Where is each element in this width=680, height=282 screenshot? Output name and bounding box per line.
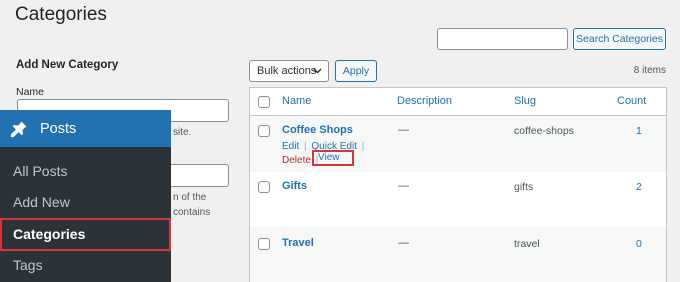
category-name-link[interactable]: Coffee Shops xyxy=(282,124,353,136)
submenu-item-categories[interactable]: Categories xyxy=(0,218,171,251)
menu-posts-label: Posts xyxy=(40,120,77,137)
pushpin-icon xyxy=(10,120,27,137)
column-name-header[interactable]: Name xyxy=(282,95,311,107)
edit-link[interactable]: Edit xyxy=(282,141,299,152)
category-slug: gifts xyxy=(514,181,534,193)
category-name-link[interactable]: Gifts xyxy=(282,180,307,192)
category-description: — xyxy=(398,237,409,249)
admin-menu: Posts All Posts Add New Categories Tags xyxy=(0,110,171,282)
bulk-actions-value: Bulk actions xyxy=(257,65,317,77)
submenu-categories-label: Categories xyxy=(13,226,86,242)
submenu-item-tags[interactable]: Tags xyxy=(13,257,43,273)
delete-link[interactable]: Delete xyxy=(282,155,311,166)
row-checkbox[interactable] xyxy=(258,125,270,137)
slug-hint-text-2: contains xyxy=(173,207,211,218)
view-link-highlight[interactable]: View xyxy=(312,150,354,166)
category-count-link[interactable]: 2 xyxy=(636,181,642,193)
search-input[interactable] xyxy=(437,28,568,50)
chevron-down-icon xyxy=(313,68,322,74)
page-title: Categories xyxy=(15,4,107,25)
category-description: — xyxy=(398,180,409,192)
category-slug: travel xyxy=(514,238,540,250)
category-description: — xyxy=(398,124,409,136)
slug-hint-text-1: n of the xyxy=(173,192,207,203)
categories-table: Name Description Slug Count Coffee Shops… xyxy=(249,87,667,282)
bulk-actions-select[interactable]: Bulk actions xyxy=(249,60,329,82)
row-checkbox[interactable] xyxy=(258,181,270,193)
items-count: 8 items xyxy=(633,65,666,76)
submenu-item-add-new[interactable]: Add New xyxy=(13,194,70,210)
category-slug: coffee-shops xyxy=(514,125,574,137)
posts-submenu: All Posts Add New Categories Tags xyxy=(0,147,171,282)
category-count-link[interactable]: 0 xyxy=(636,238,642,250)
category-count-link[interactable]: 1 xyxy=(636,125,642,137)
add-new-category-heading: Add New Category xyxy=(16,59,119,71)
row-checkbox[interactable] xyxy=(258,238,270,250)
column-count-header[interactable]: Count xyxy=(617,95,646,107)
submenu-item-all-posts[interactable]: All Posts xyxy=(13,163,67,179)
separator: | xyxy=(304,141,307,152)
search-categories-button[interactable]: Search Categories xyxy=(573,28,666,50)
separator: | xyxy=(361,141,365,152)
name-hint-text: site. xyxy=(173,127,192,138)
category-name-link[interactable]: Travel xyxy=(282,237,314,249)
apply-button[interactable]: Apply xyxy=(335,60,377,82)
table-row: Gifts — gifts 2 xyxy=(250,172,666,227)
menu-item-posts[interactable]: Posts xyxy=(0,110,171,147)
select-all-checkbox[interactable] xyxy=(258,96,270,108)
name-label: Name xyxy=(16,86,45,98)
column-description-header[interactable]: Description xyxy=(397,95,452,107)
table-header: Name Description Slug Count xyxy=(250,88,666,116)
view-link[interactable]: View xyxy=(318,152,340,163)
table-row: Travel — travel 0 xyxy=(250,227,666,282)
column-slug-header[interactable]: Slug xyxy=(514,95,536,107)
